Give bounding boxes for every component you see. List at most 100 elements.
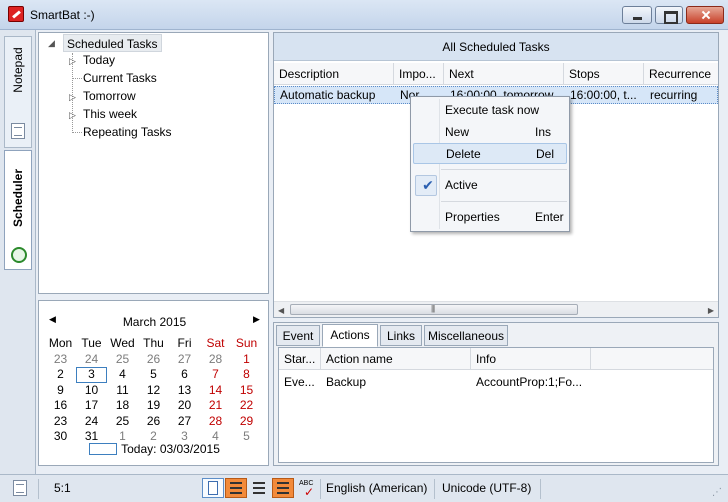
tree-item-this-week[interactable]: This week xyxy=(83,105,137,123)
calendar-day[interactable]: 26 xyxy=(138,352,169,368)
collapsed-triangle-icon[interactable]: ▷ xyxy=(69,92,76,103)
tree-item-tomorrow[interactable]: Tomorrow xyxy=(83,87,136,105)
title-bar: SmartBat :-) xyxy=(0,0,728,30)
calendar-day[interactable]: 29 xyxy=(231,414,262,430)
status-bar: 5:1 ABC ✓ English (American) Unicode (UT… xyxy=(0,474,728,502)
calendar-day[interactable]: 11 xyxy=(107,383,138,399)
calendar-day[interactable]: 10 xyxy=(76,383,107,399)
calendar-day[interactable]: 19 xyxy=(138,398,169,414)
menu-item-label: Properties xyxy=(445,210,500,224)
spellcheck-button[interactable]: ABC ✓ xyxy=(296,478,318,499)
calendar-day[interactable]: 2 xyxy=(45,367,76,383)
calendar-day[interactable]: 23 xyxy=(45,414,76,430)
tab-scheduler[interactable]: Scheduler xyxy=(4,150,32,270)
calendar-day[interactable]: 21 xyxy=(200,398,231,414)
calendar-day[interactable]: 4 xyxy=(107,367,138,383)
format-button[interactable] xyxy=(272,478,294,498)
calendar-day[interactable]: 6 xyxy=(169,367,200,383)
calendar-day[interactable]: 28 xyxy=(200,414,231,430)
menu-item-label: New xyxy=(445,125,470,139)
align-button[interactable] xyxy=(248,478,270,498)
calendar-day[interactable]: 14 xyxy=(200,383,231,399)
calendar-day[interactable]: 22 xyxy=(231,398,262,414)
menu-item-delete[interactable]: Delete Del xyxy=(413,143,567,164)
calendar-day[interactable]: 20 xyxy=(169,398,200,414)
today-row[interactable]: Today: 03/03/2015 xyxy=(39,442,270,456)
word-wrap-button[interactable] xyxy=(225,478,247,498)
collapsed-triangle-icon[interactable]: ▷ xyxy=(69,110,76,121)
calendar-day[interactable]: 7 xyxy=(200,367,231,383)
calendar-day[interactable]: 16 xyxy=(45,398,76,414)
close-button[interactable] xyxy=(686,6,724,24)
calendar-day[interactable]: 5 xyxy=(138,367,169,383)
calendar-day[interactable]: 25 xyxy=(107,414,138,430)
calendar-day[interactable]: 26 xyxy=(138,414,169,430)
menu-item-active[interactable]: ✔ Active xyxy=(413,175,567,196)
tree-item-current-tasks[interactable]: Current Tasks xyxy=(83,69,157,87)
tree-item-repeating-tasks[interactable]: Repeating Tasks xyxy=(83,123,172,141)
calendar-day[interactable]: 18 xyxy=(107,398,138,414)
tab-notepad[interactable]: Notepad xyxy=(4,36,32,148)
weekday-label: Sun xyxy=(235,336,258,350)
tree-connector xyxy=(73,78,82,79)
tab-actions[interactable]: Actions xyxy=(322,324,378,347)
column-description[interactable]: Description xyxy=(274,63,394,85)
calendar-weekday-row: Mon Tue Wed Thu Fri Sat Sun xyxy=(45,336,262,352)
tab-event[interactable]: Event xyxy=(276,325,320,346)
tab-links[interactable]: Links xyxy=(380,325,422,346)
calendar-day[interactable]: 13 xyxy=(169,383,200,399)
next-month-icon[interactable]: ▶ xyxy=(253,314,260,325)
calendar-day-selected[interactable]: 3 xyxy=(76,367,107,383)
table-row[interactable]: Eve... Backup AccountProp:1;Fo... xyxy=(279,374,713,392)
alarm-clock-icon xyxy=(11,247,27,263)
column-importance[interactable]: Impo... xyxy=(394,63,444,85)
menu-item-properties[interactable]: Properties Enter xyxy=(413,207,567,228)
menu-separator xyxy=(441,201,567,202)
column-info[interactable]: Info xyxy=(471,348,591,370)
maximize-button[interactable] xyxy=(655,6,683,24)
page-icon xyxy=(208,481,218,495)
horizontal-scrollbar[interactable]: ◀ ||| ▶ xyxy=(274,301,718,317)
calendar-day[interactable]: 27 xyxy=(169,352,200,368)
calendar-day[interactable]: 27 xyxy=(169,414,200,430)
collapsed-triangle-icon[interactable]: ▷ xyxy=(69,56,76,67)
menu-item-execute-task[interactable]: Execute task now xyxy=(413,100,567,121)
column-next[interactable]: Next xyxy=(444,63,564,85)
column-start[interactable]: Star... xyxy=(279,348,321,370)
scroll-thumb[interactable]: ||| xyxy=(290,304,578,315)
column-stops[interactable]: Stops xyxy=(564,63,644,85)
menu-item-new[interactable]: New Ins xyxy=(413,122,567,143)
menu-item-label: Delete xyxy=(446,147,481,161)
scroll-right-icon[interactable]: ▶ xyxy=(708,306,714,315)
cell-info: AccountProp:1;Fo... xyxy=(476,375,583,389)
spellcheck-mark-icon: ✓ xyxy=(304,485,315,499)
weekday-label: Mon xyxy=(48,336,73,350)
column-recurrence[interactable]: Recurrence xyxy=(644,63,718,85)
encoding-indicator[interactable]: Unicode (UTF-8) xyxy=(442,481,531,495)
calendar-day[interactable]: 23 xyxy=(45,352,76,368)
calendar-day[interactable]: 8 xyxy=(231,367,262,383)
calendar-week-row: 23 24 25 26 27 28 29 xyxy=(45,414,262,430)
tree-root-scheduled-tasks[interactable]: Scheduled Tasks xyxy=(63,34,162,52)
calendar-day[interactable]: 25 xyxy=(107,352,138,368)
document-icon xyxy=(13,480,27,496)
expanded-triangle-icon[interactable]: ◢ xyxy=(48,38,55,49)
scroll-left-icon[interactable]: ◀ xyxy=(278,306,284,315)
minimize-button[interactable] xyxy=(622,6,652,24)
tree-item-today[interactable]: Today xyxy=(83,51,115,69)
calendar-day[interactable]: 12 xyxy=(138,383,169,399)
calendar-day[interactable]: 15 xyxy=(231,383,262,399)
calendar-day[interactable]: 28 xyxy=(200,352,231,368)
language-indicator[interactable]: English (American) xyxy=(326,481,427,495)
calendar-day[interactable]: 9 xyxy=(45,383,76,399)
calendar-day[interactable]: 24 xyxy=(76,352,107,368)
today-marker-icon xyxy=(89,443,118,455)
calendar-week-row: 2 3 4 5 6 7 8 xyxy=(45,367,262,383)
calendar-day[interactable]: 17 xyxy=(76,398,107,414)
tab-miscellaneous[interactable]: Miscellaneous xyxy=(424,325,508,346)
column-action-name[interactable]: Action name xyxy=(321,348,471,370)
calendar-day[interactable]: 24 xyxy=(76,414,107,430)
calendar-day[interactable]: 1 xyxy=(231,352,262,368)
page-view-button[interactable] xyxy=(202,478,224,498)
resize-grip-icon[interactable]: ⋰ xyxy=(712,487,722,498)
